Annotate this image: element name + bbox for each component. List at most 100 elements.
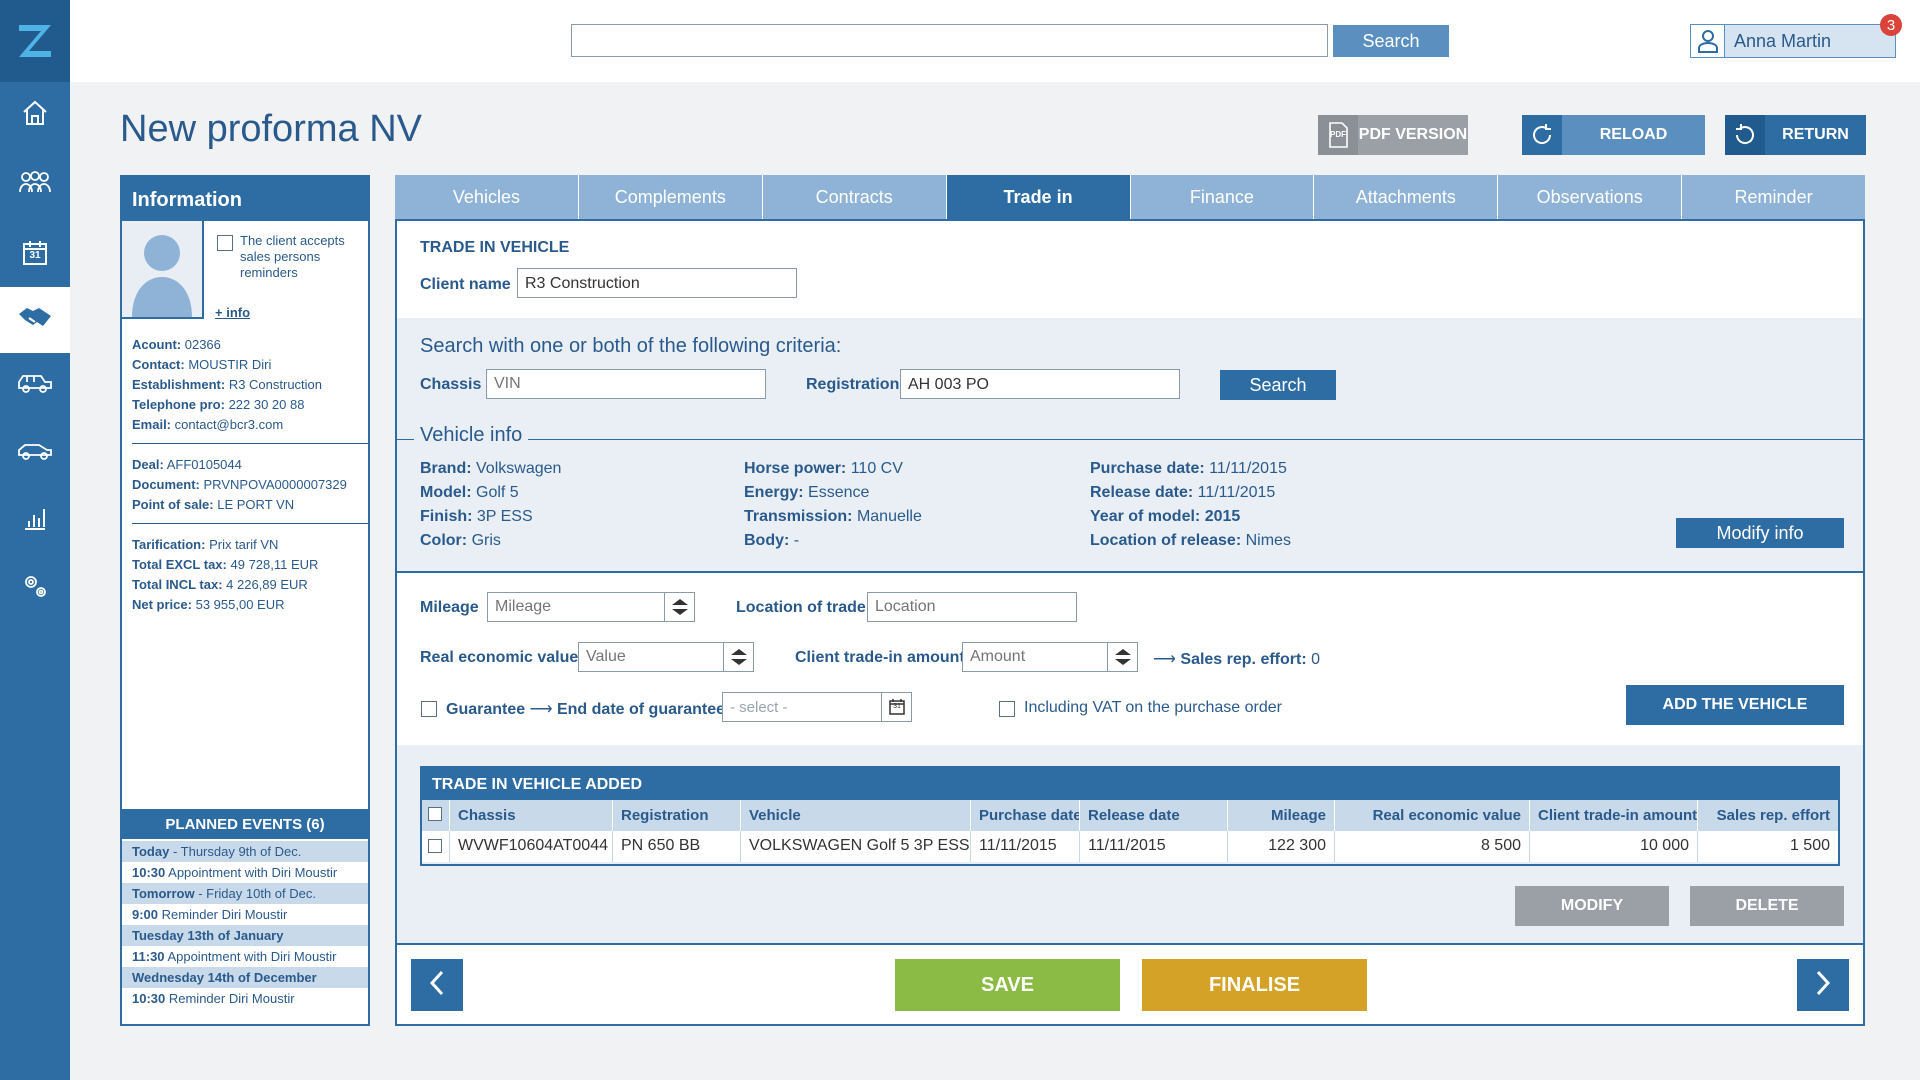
reload-label: RELOAD <box>1599 126 1668 143</box>
nav-fleet[interactable] <box>0 352 70 418</box>
pdf-version-button[interactable]: PDF PDF VERSION <box>1318 115 1468 155</box>
guarantee-checkbox[interactable] <box>421 701 437 717</box>
nav-car[interactable] <box>0 420 70 486</box>
col-sales-rep-effort[interactable]: Sales rep. effort <box>1698 800 1838 831</box>
col-client-trade-in[interactable]: Client trade-in amount <box>1530 800 1698 831</box>
row-checkbox[interactable] <box>428 839 442 853</box>
nav-settings[interactable] <box>0 555 70 621</box>
col-purchase-date[interactable]: Purchase date <box>971 800 1080 831</box>
stepper-arrows-icon[interactable] <box>1107 643 1137 671</box>
col-release-date[interactable]: Release date <box>1080 800 1228 831</box>
calendar-icon-number: 31 <box>893 703 901 710</box>
global-search-button[interactable]: Search <box>1333 25 1449 57</box>
table-row[interactable]: WVWF10604AT0044 PN 650 BB VOLKSWAGEN Gol… <box>422 831 1838 862</box>
return-icon <box>1725 115 1765 155</box>
cell-chassis: WVWF10604AT0044 <box>450 831 613 862</box>
stepper-arrows-icon[interactable] <box>723 643 753 671</box>
fleet-icon <box>17 370 53 401</box>
sales-rep-effort: ⟶ Sales rep. effort: 0 <box>1153 651 1321 668</box>
add-vehicle-button[interactable]: ADD THE VEHICLE <box>1626 685 1844 725</box>
nav-deals[interactable] <box>0 287 70 353</box>
tab-complements[interactable]: Complements <box>578 175 763 219</box>
tab-trade-in[interactable]: Trade in <box>946 175 1131 219</box>
more-info-link[interactable]: + info <box>215 305 250 320</box>
save-button[interactable]: SAVE <box>895 959 1120 1011</box>
user-name: Anna Martin <box>1734 30 1832 51</box>
stepper-arrows-icon[interactable] <box>664 593 694 621</box>
delete-button[interactable]: DELETE <box>1690 886 1844 926</box>
pdf-icon-text: PDF <box>1330 130 1346 139</box>
global-search-input[interactable] <box>571 24 1328 57</box>
nav-calendar[interactable]: 31 <box>0 220 70 286</box>
calendar-icon-number: 31 <box>29 250 41 261</box>
nav-home[interactable] <box>0 82 70 148</box>
client-trade-in-stepper[interactable] <box>962 642 1138 672</box>
user-menu[interactable]: Anna Martin <box>1690 24 1896 58</box>
tab-observations[interactable]: Observations <box>1498 175 1683 219</box>
chart-icon <box>22 505 48 536</box>
col-real-economic-value[interactable]: Real economic value <box>1335 800 1530 831</box>
mileage-input[interactable] <box>488 593 658 621</box>
chassis-label: Chassis <box>420 376 482 393</box>
tab-contracts[interactable]: Contracts <box>762 175 947 219</box>
client-name-field[interactable]: R3 Construction <box>517 268 797 298</box>
event-item[interactable]: 11:30 Appointment with Diri Moustir <box>122 946 368 967</box>
app-logo[interactable] <box>0 0 70 82</box>
vehicle-info-title: Vehicle info <box>414 424 529 447</box>
end-date-guarantee-select[interactable]: - select - 31 <box>722 692 912 722</box>
divider <box>397 943 1863 945</box>
previous-button[interactable] <box>411 959 463 1011</box>
nav-stats[interactable] <box>0 487 70 553</box>
calendar-icon[interactable]: 31 <box>881 693 911 721</box>
finalise-button[interactable]: FINALISE <box>1142 959 1367 1011</box>
real-economic-value-stepper[interactable] <box>578 642 754 672</box>
tab-finance[interactable]: Finance <box>1130 175 1315 219</box>
select-all-checkbox[interactable] <box>428 807 442 821</box>
col-chassis[interactable]: Chassis <box>450 800 613 831</box>
user-icon <box>1691 25 1725 57</box>
guarantee-row: Guarantee ⟶ End date of guarantee <box>446 701 726 718</box>
col-mileage[interactable]: Mileage <box>1228 800 1335 831</box>
modify-button[interactable]: MODIFY <box>1515 886 1669 926</box>
select-all-cell <box>422 800 450 831</box>
vehicle-info-col2: Horse power: 110 CV Energy: Essence Tran… <box>744 460 922 549</box>
select-placeholder: - select - <box>730 699 788 716</box>
notification-badge[interactable]: 3 <box>1880 14 1902 36</box>
event-day: Wednesday 14th of December <box>122 967 368 988</box>
real-economic-value-input[interactable] <box>579 643 719 671</box>
arrow-right-icon: ⟶ <box>529 701 553 718</box>
vat-checkbox[interactable] <box>999 701 1015 717</box>
tab-reminder[interactable]: Reminder <box>1682 175 1865 219</box>
mileage-stepper[interactable] <box>487 592 695 622</box>
vehicle-search-button[interactable]: Search <box>1220 370 1336 400</box>
cell-vehicle: VOLKSWAGEN Golf 5 3P ESS <box>741 831 971 862</box>
col-vehicle[interactable]: Vehicle <box>741 800 971 831</box>
client-trade-in-input[interactable] <box>963 643 1103 671</box>
cell-real-economic-value: 8 500 <box>1335 831 1530 862</box>
tab-vehicles[interactable]: Vehicles <box>395 175 579 219</box>
price-details: Tarification: Prix tarif VN Total EXCL t… <box>132 537 319 612</box>
event-item[interactable]: 10:30 Reminder Diri Moustir <box>122 988 368 1009</box>
consent-label: The client accepts sales persons reminde… <box>240 233 345 280</box>
cell-registration: PN 650 BB <box>613 831 741 862</box>
reload-button[interactable]: RELOAD <box>1522 115 1705 155</box>
avatar-placeholder-icon <box>132 235 192 317</box>
chassis-input[interactable] <box>486 369 766 399</box>
registration-input[interactable]: AH 003 PO <box>900 369 1180 399</box>
sidebar: 31 <box>0 0 70 1080</box>
col-registration[interactable]: Registration <box>613 800 741 831</box>
modify-info-button[interactable]: Modify info <box>1676 518 1844 548</box>
mileage-label: Mileage <box>420 599 479 616</box>
next-button[interactable] <box>1797 959 1849 1011</box>
return-button[interactable]: RETURN <box>1725 115 1866 155</box>
consent-checkbox[interactable] <box>217 235 233 251</box>
client-details: Acount: 02366 Contact: MOUSTIR Diri Esta… <box>132 337 323 432</box>
event-item[interactable]: 9:00 Reminder Diri Moustir <box>122 904 368 925</box>
location-input[interactable] <box>867 592 1077 622</box>
information-panel: Information The client accepts sales per… <box>120 175 370 1026</box>
tab-bar: Vehicles Complements Contracts Trade in … <box>395 175 1865 219</box>
event-item[interactable]: 10:30 Appointment with Diri Moustir <box>122 862 368 883</box>
client-trade-in-label: Client trade-in amount <box>795 649 965 666</box>
tab-attachments[interactable]: Attachments <box>1314 175 1499 219</box>
nav-people[interactable] <box>0 152 70 218</box>
